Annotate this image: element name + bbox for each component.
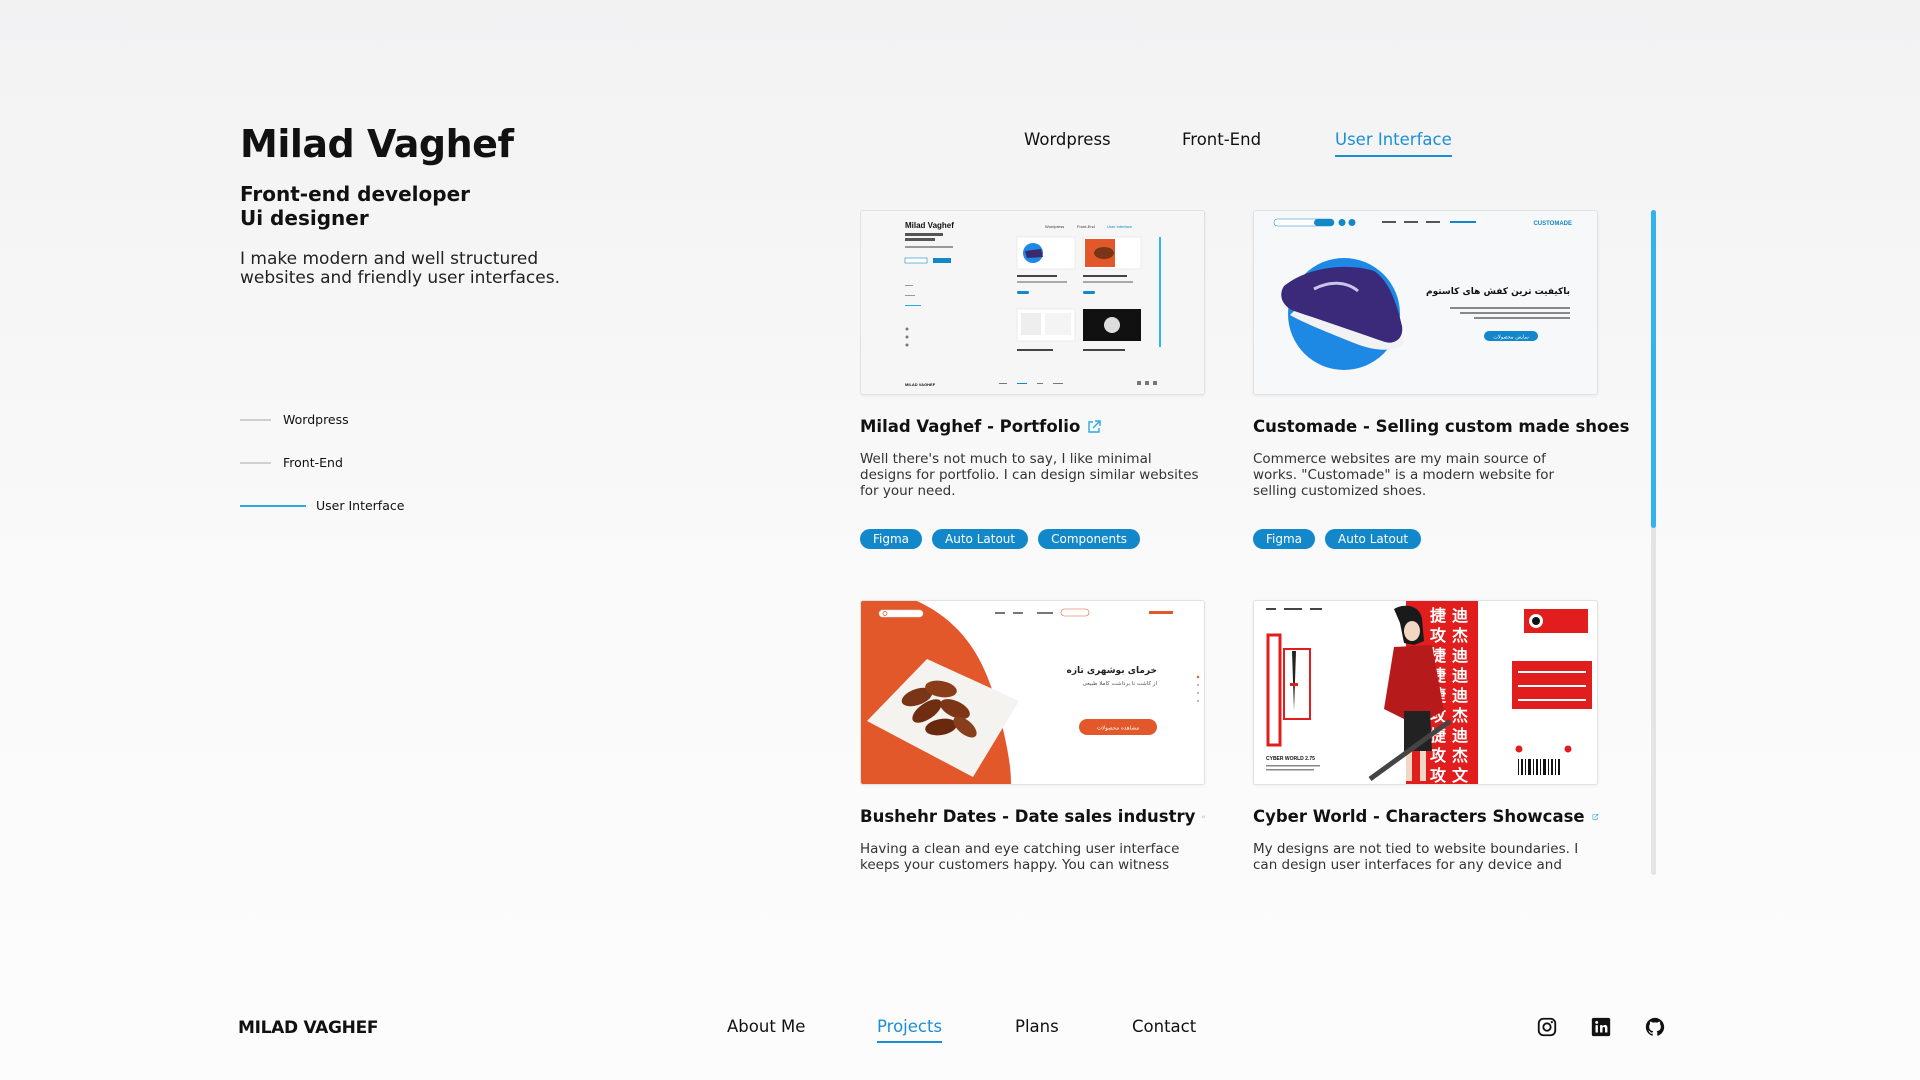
project-title-text: Bushehr Dates - Date sales industry xyxy=(860,807,1196,826)
external-link-icon[interactable] xyxy=(1592,810,1598,824)
side-category-nav: Wordpress Front-End User Interface xyxy=(240,398,404,527)
project-title-text: Customade - Selling custom made shoes xyxy=(1253,417,1630,436)
external-link-icon[interactable] xyxy=(1202,810,1205,824)
svg-text:迪: 迪 xyxy=(1452,606,1468,625)
bio-text: I make modern and well structured websit… xyxy=(240,249,560,288)
profile-name: Milad Vaghef xyxy=(240,122,514,166)
svg-text:迪: 迪 xyxy=(1452,726,1468,745)
tag-components[interactable]: Components xyxy=(1038,529,1141,549)
portfolio-preview-image: Milad Vaghef Wordpress Front-End User In… xyxy=(861,211,1204,394)
svg-text:迪: 迪 xyxy=(1452,686,1468,705)
nav-contact[interactable]: Contact xyxy=(1132,1017,1196,1041)
project-thumbnail[interactable]: خرمای بوشهری تازه از کاشت تا برداشت کامل… xyxy=(860,600,1205,785)
preview-heading: Milad Vaghef xyxy=(905,221,954,230)
project-card: خرمای بوشهری تازه از کاشت تا برداشت کامل… xyxy=(860,600,1205,875)
preview-brand: CUSTOMADE xyxy=(1533,221,1572,227)
projects-scrollbar[interactable] xyxy=(1651,210,1656,875)
preview-cta: نمایش محصولات xyxy=(1493,335,1529,341)
tag-list: Figma Auto Latout xyxy=(1253,529,1598,549)
side-nav-label: User Interface xyxy=(316,498,405,513)
site-logo[interactable]: MILAD VAGHEF xyxy=(238,1018,379,1038)
svg-text:文: 文 xyxy=(1452,766,1469,785)
role-title: Front-end developer xyxy=(240,182,470,206)
intro: Milad Vaghef Front-end developer Ui desi… xyxy=(240,122,660,288)
svg-text:攻: 攻 xyxy=(1430,766,1447,785)
project-card: CUSTOMADE باکیفیت ترین کفش های کاستوم نم… xyxy=(1253,210,1629,549)
nav-plans[interactable]: Plans xyxy=(1015,1017,1059,1041)
project-title-text: Cyber World - Characters Showcase xyxy=(1253,807,1585,826)
preview-brand: MILAD VAGHEF xyxy=(905,382,936,387)
side-nav-item-front-end[interactable]: Front-End xyxy=(240,441,404,484)
side-nav-item-wordpress[interactable]: Wordpress xyxy=(240,398,404,441)
svg-text:Front-End: Front-End xyxy=(1077,224,1095,229)
project-description: Commerce websites are my main source of … xyxy=(1253,451,1555,499)
github-icon[interactable] xyxy=(1644,1016,1666,1038)
project-thumbnail[interactable]: CUSTOMADE باکیفیت ترین کفش های کاستوم نم… xyxy=(1253,210,1598,395)
tag-figma[interactable]: Figma xyxy=(1253,529,1316,549)
nav-about-me[interactable]: About Me xyxy=(727,1017,805,1041)
project-description: Well there's not much to say, I like min… xyxy=(860,451,1199,499)
project-description: Having a clean and eye catching user int… xyxy=(860,841,1180,875)
preview-subheadline: از کاشت تا برداشت کاملا طبیعی xyxy=(1083,680,1158,687)
project-title[interactable]: Cyber World - Characters Showcase xyxy=(1253,807,1598,826)
project-card: Milad Vaghef Wordpress Front-End User In… xyxy=(860,210,1205,549)
svg-text:Wordpress: Wordpress xyxy=(1045,224,1064,229)
side-nav-label: Front-End xyxy=(283,455,343,470)
preview-caption: CYBER WORLD 2.75 xyxy=(1266,756,1315,762)
preview-headline: خرمای بوشهری تازه xyxy=(1067,666,1157,676)
svg-text:杰: 杰 xyxy=(1452,746,1468,765)
svg-text:迪: 迪 xyxy=(1452,646,1468,665)
svg-text:攻: 攻 xyxy=(1430,746,1447,765)
svg-text:迪: 迪 xyxy=(1452,666,1468,685)
instagram-icon[interactable] xyxy=(1536,1016,1558,1038)
tag-auto-layout[interactable]: Auto Latout xyxy=(1325,529,1422,549)
external-link-icon[interactable] xyxy=(1087,419,1102,434)
social-links xyxy=(1536,1016,1666,1038)
preview-cta: مشاهده محصولات xyxy=(1097,726,1139,732)
tag-figma[interactable]: Figma xyxy=(860,529,923,549)
project-title[interactable]: Bushehr Dates - Date sales industry xyxy=(860,807,1205,826)
svg-text:攻: 攻 xyxy=(1430,626,1447,645)
project-card: 捷攻捷捷捷攻捷攻攻 迪杰迪迪迪杰迪杰文 CYBER WORLD 2.75 xyxy=(1253,600,1598,873)
project-title[interactable]: Customade - Selling custom made shoes xyxy=(1253,417,1629,436)
svg-text:User Interface: User Interface xyxy=(1107,224,1133,229)
side-nav-label: Wordpress xyxy=(283,412,349,427)
dates-preview-image: خرمای بوشهری تازه از کاشت تا برداشت کامل… xyxy=(861,601,1204,784)
customade-preview-image: CUSTOMADE باکیفیت ترین کفش های کاستوم نم… xyxy=(1254,211,1597,394)
project-description: My designs are not tied to website bound… xyxy=(1253,841,1579,873)
cyber-world-preview-image: 捷攻捷捷捷攻捷攻攻 迪杰迪迪迪杰迪杰文 CYBER WORLD 2.75 xyxy=(1254,601,1597,785)
svg-text:杰: 杰 xyxy=(1452,626,1468,645)
roles: Front-end developer Ui designer xyxy=(240,182,660,230)
tab-front-end[interactable]: Front-End xyxy=(1182,130,1261,155)
project-thumbnail[interactable]: Milad Vaghef Wordpress Front-End User In… xyxy=(860,210,1205,395)
projects-grid: Milad Vaghef Wordpress Front-End User In… xyxy=(860,210,1630,875)
svg-text:杰: 杰 xyxy=(1452,706,1468,725)
linkedin-icon[interactable] xyxy=(1590,1016,1612,1038)
tab-user-interface[interactable]: User Interface xyxy=(1335,130,1452,157)
tab-wordpress[interactable]: Wordpress xyxy=(1024,130,1111,155)
preview-headline: باکیفیت ترین کفش های کاستوم xyxy=(1426,287,1570,297)
project-thumbnail[interactable]: 捷攻捷捷捷攻捷攻攻 迪杰迪迪迪杰迪杰文 CYBER WORLD 2.75 xyxy=(1253,600,1598,785)
indicator-line xyxy=(240,504,306,507)
indicator-line xyxy=(240,418,271,421)
indicator-line xyxy=(240,461,271,464)
svg-text:捷: 捷 xyxy=(1430,606,1447,625)
nav-projects[interactable]: Projects xyxy=(877,1017,943,1043)
tag-list: Figma Auto Latout Components xyxy=(860,529,1205,549)
tag-auto-layout[interactable]: Auto Latout xyxy=(932,529,1029,549)
project-title-text: Milad Vaghef - Portfolio xyxy=(860,417,1081,436)
side-nav-item-user-interface[interactable]: User Interface xyxy=(240,484,404,527)
scrollbar-thumb[interactable] xyxy=(1651,210,1656,528)
role-title: Ui designer xyxy=(240,206,369,230)
project-title[interactable]: Milad Vaghef - Portfolio xyxy=(860,417,1205,436)
